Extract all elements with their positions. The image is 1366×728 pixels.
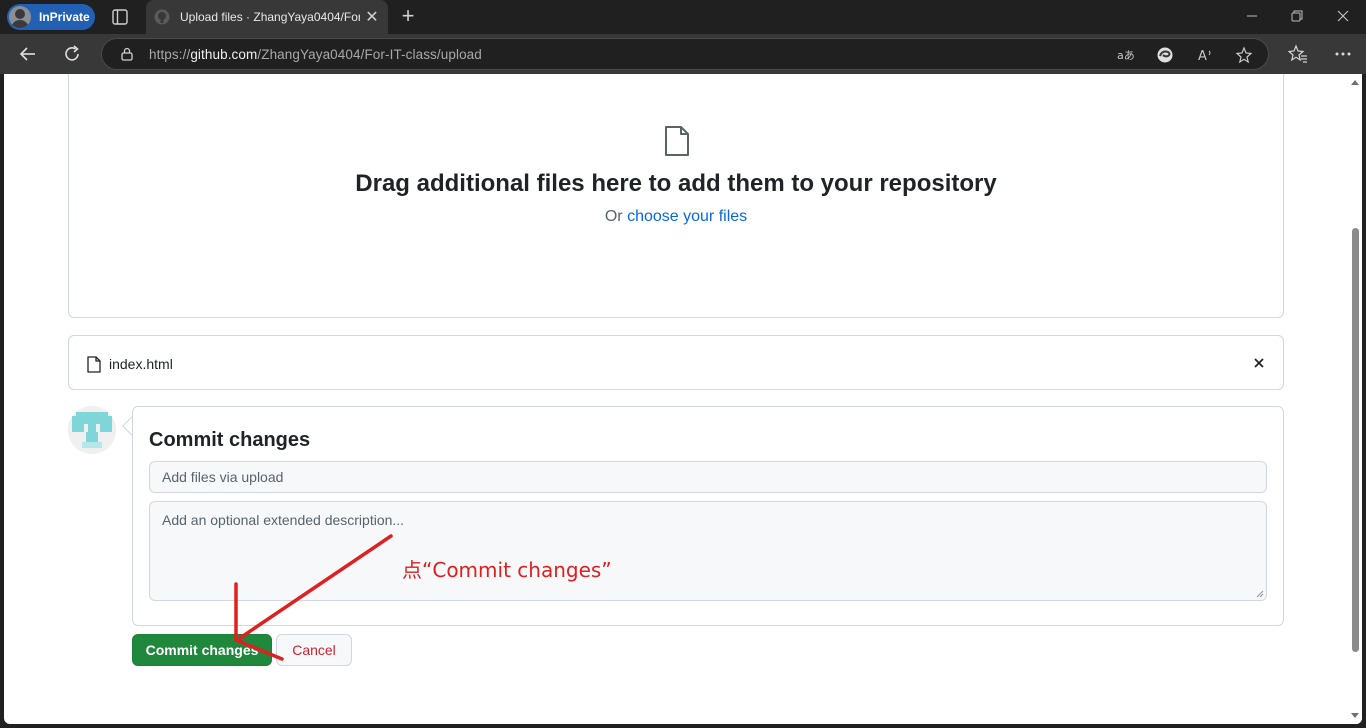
commit-heading: Commit changes (149, 429, 311, 451)
url-bar[interactable]: https://github.com/ZhangYaya0404/For-IT-… (101, 38, 1269, 70)
active-tab[interactable]: Upload files · ZhangYaya0404/For-IT-clas… (146, 0, 388, 34)
commit-changes-button[interactable]: Commit changes (132, 634, 272, 666)
file-name: index.html (109, 356, 173, 372)
inprivate-label: InPrivate (39, 10, 90, 24)
tab-close-icon[interactable]: ✕ (364, 7, 380, 27)
inprivate-badge[interactable]: InPrivate (7, 4, 95, 30)
translate-icon[interactable]: aあ (1116, 46, 1134, 64)
tab-actions-icon[interactable] (111, 8, 129, 26)
favorite-star-icon[interactable] (1235, 46, 1253, 64)
restore-icon[interactable] (1289, 8, 1305, 24)
url-text: https://github.com/ZhangYaya0404/For-IT-… (149, 47, 482, 62)
address-toolbar: https://github.com/ZhangYaya0404/For-IT-… (0, 34, 1366, 74)
cancel-button[interactable]: Cancel (276, 634, 352, 666)
choose-files-link[interactable]: choose your files (627, 208, 747, 225)
url-path: /ZhangYaya0404/For-IT-class/upload (257, 47, 482, 62)
back-arrow-icon[interactable] (18, 44, 38, 64)
scrollbar[interactable] (1350, 74, 1362, 724)
description-placeholder: Add an optional extended description... (162, 512, 405, 528)
url-prefix: https:// (149, 47, 191, 62)
commit-form: Commit changes Add files via upload Add … (132, 406, 1284, 626)
edge-icon[interactable] (1156, 46, 1174, 64)
github-favicon-icon (154, 9, 170, 25)
file-icon (87, 356, 101, 373)
drop-zone-title: Drag additional files here to add them t… (355, 170, 997, 197)
new-tab-button[interactable]: + (398, 5, 418, 27)
minimize-icon[interactable] (1244, 8, 1260, 24)
scroll-up-icon[interactable] (1351, 80, 1359, 85)
scroll-down-icon[interactable] (1351, 713, 1359, 718)
uploaded-file-row: index.html (68, 335, 1284, 390)
close-window-icon[interactable] (1335, 8, 1351, 24)
url-host: github.com (190, 47, 258, 62)
svg-text:A: A (1198, 49, 1207, 64)
annotation-text: 点“Commit changes” (402, 558, 612, 582)
drop-zone-subtitle: Or choose your files (69, 208, 1283, 226)
scrollbar-thumb[interactable] (1352, 228, 1359, 652)
commit-summary-input[interactable]: Add files via upload (149, 461, 1267, 493)
read-aloud-icon[interactable]: A (1196, 46, 1214, 64)
favorites-icon[interactable] (1288, 44, 1308, 64)
file-icon (665, 126, 689, 156)
refresh-icon[interactable] (62, 44, 82, 64)
tab-title: Upload files · ZhangYaya0404/For-IT-clas… (180, 10, 360, 24)
remove-file-icon[interactable] (1251, 355, 1267, 371)
more-options-icon[interactable] (1333, 44, 1353, 64)
svg-text:aあ: aあ (1117, 49, 1134, 62)
profile-avatar-icon (9, 6, 31, 28)
page-viewport: Drag additional files here to add them t… (4, 74, 1362, 724)
resize-handle-icon[interactable] (1256, 590, 1264, 598)
avatar[interactable] (68, 406, 116, 454)
lock-icon[interactable] (120, 47, 134, 61)
commit-description-textarea[interactable]: Add an optional extended description... (149, 501, 1267, 601)
file-drop-zone[interactable]: Drag additional files here to add them t… (68, 74, 1284, 318)
or-text: Or (604, 208, 623, 225)
tab-strip: InPrivate Upload files · ZhangYaya0404/F… (0, 0, 1366, 34)
